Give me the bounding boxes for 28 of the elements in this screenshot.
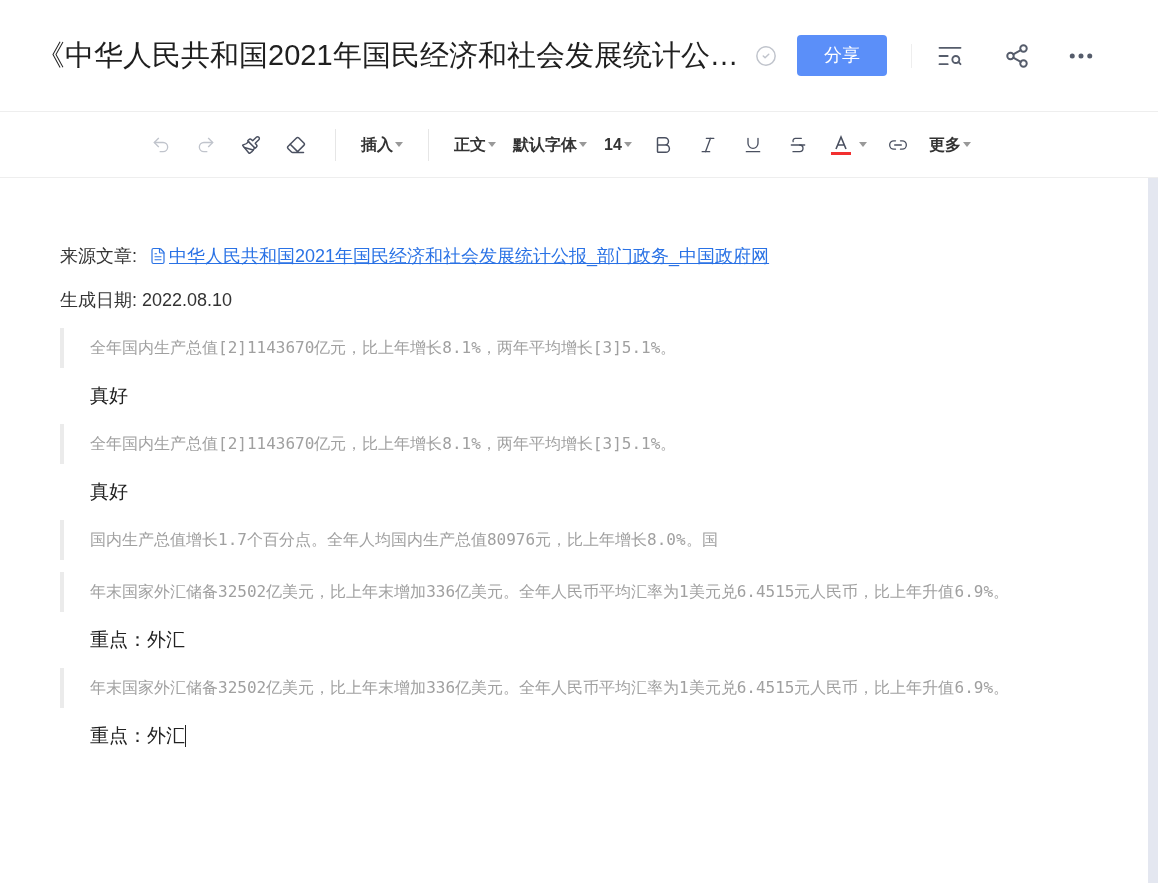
- caret-icon: [962, 142, 971, 147]
- caret-icon: [858, 142, 867, 147]
- document-icon: [149, 247, 167, 265]
- quote-text: 年末国家外汇储备32502亿美元，比上年末增加336亿美元。全年人民币平均汇率为1美元兑6.4515元人民币，比上年升值6.9%。: [90, 581, 1011, 603]
- note-text: 真好: [90, 384, 128, 408]
- caret-icon: [395, 142, 404, 147]
- toolbar-dropdown[interactable]: 默认字体: [509, 126, 592, 163]
- toolbar-dropdown[interactable]: 14: [600, 126, 636, 163]
- saved-status-icon: [754, 44, 777, 67]
- source-label: 来源文章:: [60, 245, 137, 268]
- quote-text: 全年国内生产总值[2]1143670亿元，比上年增长8.1%，两年平均增长[3]5.1%。: [90, 337, 678, 359]
- eraser-icon: [286, 134, 307, 155]
- note-text: 重点：外汇: [90, 724, 185, 748]
- note-text: 真好: [90, 480, 128, 504]
- note-text: 重点：外汇: [90, 628, 185, 652]
- quote-text: 国内生产总值增长1.7个百分点。全年人均国内生产总值80976元，比上年增长8.0%。国: [90, 529, 719, 551]
- document-title: 《中华人民共和国2021年国民经济和社会发展统计公…: [36, 37, 739, 73]
- quote-text: 全年国内生产总值[2]1143670亿元，比上年增长8.1%，两年平均增长[3]5.1%。: [90, 433, 678, 455]
- toolbar-dropdown[interactable]: 更多: [924, 126, 975, 163]
- caret-icon: [579, 142, 588, 147]
- date-text: 生成日期: 2022.08.10: [60, 289, 234, 312]
- source-link[interactable]: 中华人民共和国2021年国民经济和社会发展统计公报_部门政务_中国政府网: [169, 240, 770, 272]
- caret-icon: [488, 142, 497, 147]
- quote-text: 年末国家外汇储备32502亿美元，比上年末增加336亿美元。全年人民币平均汇率为1美元兑6.4515元人民币，比上年升值6.9%。: [90, 677, 1011, 699]
- toolbar-dropdown[interactable]: 插入: [357, 126, 408, 163]
- toolbar-dropdown[interactable]: 正文: [450, 126, 501, 163]
- caret-icon: [623, 142, 632, 147]
- format-painter-icon: [241, 134, 262, 155]
